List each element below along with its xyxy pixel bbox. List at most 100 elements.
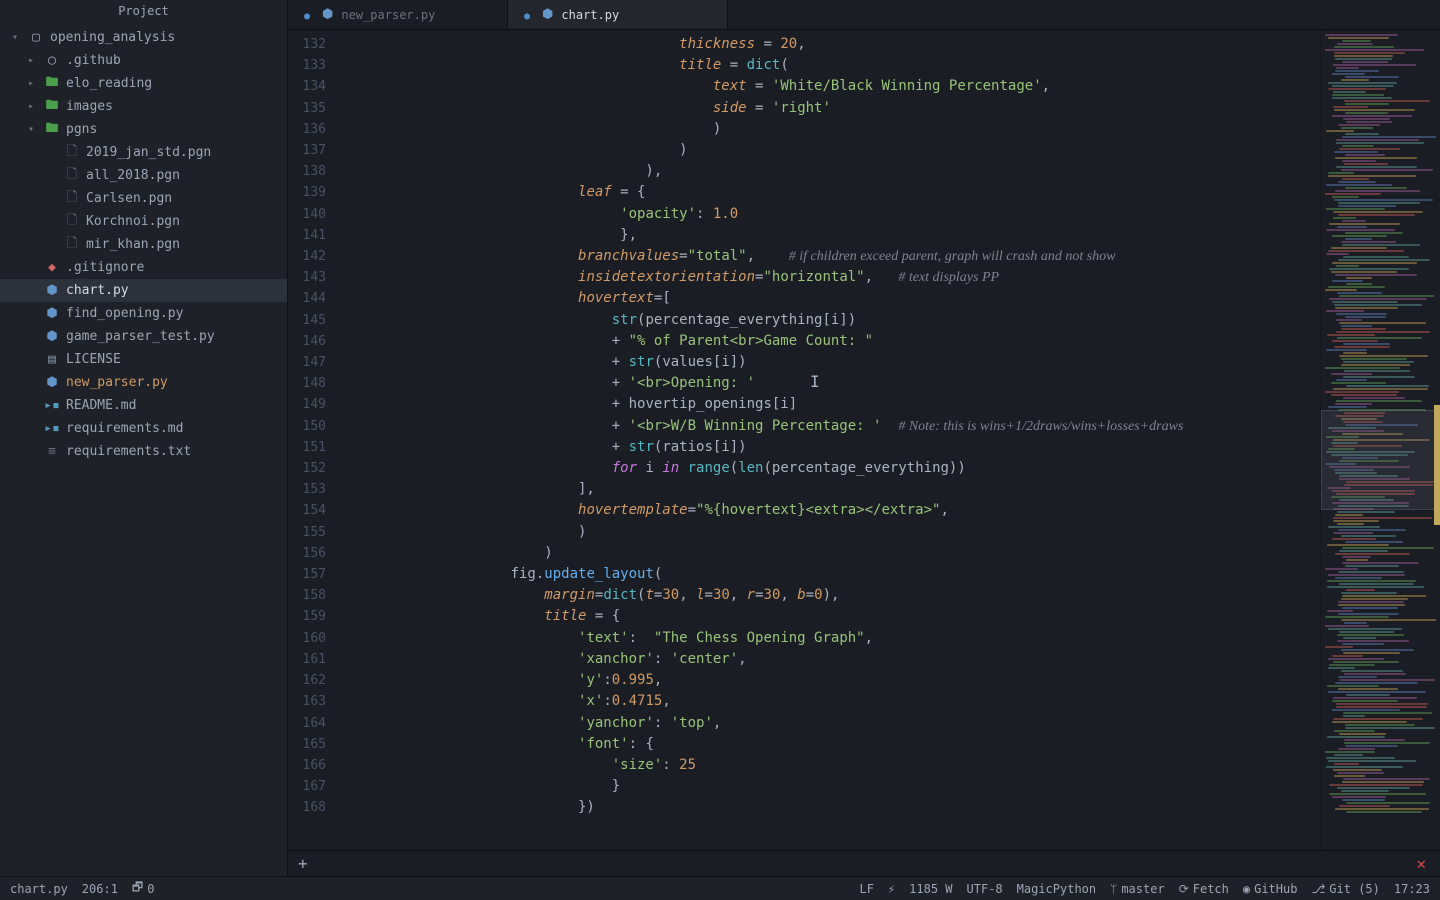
pgn-icon: 🗋 [64, 142, 80, 164]
tree-item-label: pgns [66, 122, 97, 137]
editor-tabs: ⬢ new_parser.py ⬢ chart.py [288, 0, 1440, 30]
status-git[interactable]: ⎇ Git (5) [1311, 882, 1379, 896]
tree-item--github[interactable]: ▸ ◯ .github [0, 49, 287, 72]
tab-chart-py[interactable]: ⬢ chart.py [508, 0, 728, 29]
md-icon: ▸▪ [44, 398, 60, 413]
python-icon: ⬢ [322, 7, 333, 22]
tree-item-label: .gitignore [66, 260, 144, 275]
tree-item-images[interactable]: ▸ 🖿 images [0, 95, 287, 118]
chevron-icon: ▸ [28, 55, 38, 66]
tree-item-label: requirements.md [66, 421, 183, 436]
sidebar-title: Project [0, 0, 287, 22]
tree-item-label: Carlsen.pgn [86, 191, 172, 206]
tree-item-label: game_parser_test.py [66, 329, 215, 344]
chevron-icon: ▸ [28, 101, 38, 112]
status-encoding[interactable]: UTF-8 [967, 882, 1003, 896]
tree-item-korchnoi-pgn[interactable]: 🗋Korchnoi.pgn [0, 210, 287, 233]
status-cursor-pos[interactable]: 206:1 [82, 882, 118, 896]
tree-item-requirements-md[interactable]: ▸▪ requirements.md [0, 417, 287, 440]
py-icon: ⬢ [44, 375, 60, 390]
tree-item-new-parser-py[interactable]: ⬢ new_parser.py [0, 371, 287, 394]
tree-item-requirements-txt[interactable]: ≡ requirements.txt [0, 440, 287, 463]
tree-item-label: README.md [66, 398, 136, 413]
tree-item-label: .github [66, 53, 121, 68]
pgn-icon: 🗋 [64, 234, 80, 256]
tree-item--gitignore[interactable]: ◆ .gitignore [0, 256, 287, 279]
minimap-change-marker [1434, 405, 1440, 525]
pgn-icon: 🗋 [64, 188, 80, 210]
md-icon: ▸▪ [44, 421, 60, 436]
repo-icon: ▢ [28, 30, 44, 45]
tree-item-carlsen-pgn[interactable]: 🗋 Carlsen.pgn [0, 187, 287, 210]
git-icon: ⎇ [1311, 882, 1325, 896]
status-github[interactable]: ◉ GitHub [1243, 882, 1298, 896]
github-icon: ◉ [1243, 882, 1250, 896]
book-icon: ▤ [44, 352, 60, 367]
tree-item-label: all_2018.pgn [86, 168, 180, 183]
minimap-viewport[interactable] [1321, 410, 1440, 510]
chevron-down-icon: ▾ [12, 32, 22, 43]
folder-icon: 🖿 [44, 73, 60, 95]
folder-icon: 🖿 [44, 96, 60, 118]
status-filename[interactable]: chart.py [10, 882, 68, 896]
tree-item-2019-jan-std-pgn[interactable]: 🗋 2019_jan_std.pgn [0, 141, 287, 164]
tree-item-label: 2019_jan_std.pgn [86, 145, 211, 160]
tree-item-pgns[interactable]: ▾ 🖿 pgns [0, 118, 287, 141]
chevron-icon: ▸ [28, 78, 38, 89]
modified-dot-icon [304, 8, 314, 22]
tab-label: new_parser.py [341, 8, 435, 22]
github-icon: ◯ [44, 53, 60, 68]
project-sidebar: Project ▾ ▢ opening_analysis ▸ ◯ .github ▸ 🖿… [0, 0, 288, 876]
py-icon: ⬢ [44, 283, 60, 298]
tree-item-label: elo_reading [66, 76, 152, 91]
status-fetch[interactable]: ⟳ Fetch [1179, 882, 1229, 896]
tree-item-label: new_parser.py [66, 375, 168, 390]
tab-label: chart.py [561, 8, 619, 22]
text-cursor-icon: I [810, 371, 820, 392]
tree-item-label: find_opening.py [66, 306, 183, 321]
branch-icon: ᛘ [1110, 882, 1117, 896]
tree-item-game-parser-test-py[interactable]: ⬢ game_parser_test.py [0, 325, 287, 348]
modified-dot-icon [524, 8, 534, 22]
tree-item-label: chart.py [66, 283, 129, 298]
status-diagnostics[interactable]: 🗗 0 [132, 878, 155, 899]
tree-item-find-opening-py[interactable]: ⬢ find_opening.py [0, 302, 287, 325]
status-branch[interactable]: ᛘ master [1110, 882, 1165, 896]
tree-item-license[interactable]: ▤ LICENSE [0, 348, 287, 371]
folder-icon: 🖿 [44, 119, 60, 141]
conf-icon: ◆ [44, 260, 60, 275]
tree-item-label: images [66, 99, 113, 114]
txt-icon: ≡ [44, 444, 60, 459]
sync-icon: ⟳ [1179, 882, 1189, 896]
tree-item-mir-khan-pgn[interactable]: 🗋 mir_khan.pgn [0, 233, 287, 256]
tree-item-label: LICENSE [66, 352, 121, 367]
zap-icon[interactable]: ⚡ [888, 882, 895, 896]
line-gutter: 132 133 134 135 136 137 138 139 140 141 … [288, 30, 338, 850]
py-icon: ⬢ [44, 329, 60, 344]
tree-item-readme-md[interactable]: ▸▪ README.md [0, 394, 287, 417]
tree-item-label: mir_khan.pgn [86, 237, 180, 252]
chevron-icon: ▾ [28, 124, 38, 135]
status-grammar[interactable]: MagicPython [1017, 882, 1096, 896]
py-icon: ⬢ [44, 306, 60, 321]
tree-item-chart-py[interactable]: ⬢ chart.py [0, 279, 287, 302]
file-tree: ▾ ▢ opening_analysis ▸ ◯ .github ▸ 🖿 elo_read… [0, 22, 287, 876]
tree-root[interactable]: ▾ ▢ opening_analysis [0, 26, 287, 49]
tree-item-label: requirements.txt [66, 444, 191, 459]
code-editor[interactable]: thickness = 20, title = dict( text = 'Wh… [338, 30, 1320, 850]
status-clock[interactable]: 17:23 [1394, 882, 1430, 896]
status-line-ending[interactable]: LF [859, 882, 873, 896]
tree-item-all-2018-pgn[interactable]: 🗋 all_2018.pgn [0, 164, 287, 187]
python-icon: ⬢ [542, 7, 553, 22]
add-tab-button[interactable]: + [298, 854, 308, 873]
tree-item-label: Korchnoi.pgn [86, 214, 180, 229]
status-bar: chart.py 206:1 🗗 0 LF ⚡ 1185 W UTF-8 Mag… [0, 876, 1440, 900]
pgn-icon: 🗋 [64, 165, 80, 187]
tree-item-elo-reading[interactable]: ▸ 🖿 elo_reading [0, 72, 287, 95]
tab-bar-footer: + ✕ [288, 850, 1440, 876]
close-panel-button[interactable]: ✕ [1416, 854, 1426, 873]
status-wrap-width[interactable]: 1185 W [909, 882, 952, 896]
minimap[interactable] [1320, 30, 1440, 850]
tab-new-parser-py[interactable]: ⬢ new_parser.py [288, 0, 508, 29]
diagnostics-icon: 🗗 [132, 878, 143, 899]
